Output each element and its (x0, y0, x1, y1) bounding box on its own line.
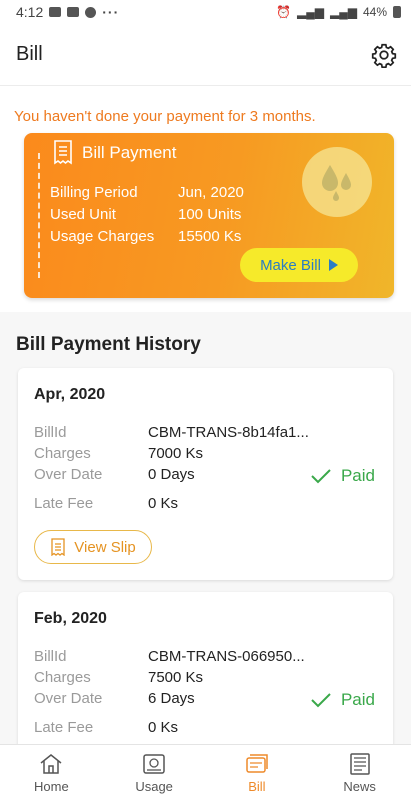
nav-bill-label: Bill (248, 778, 266, 794)
bill-id-row: BillId CBM-TRANS-8b14fa1... (34, 422, 377, 443)
usage-charges-label: Usage Charges (50, 227, 155, 245)
view-slip-label: View Slip (74, 538, 136, 556)
newspaper-icon (349, 752, 370, 775)
used-unit-row: Used Unit 100 Units (50, 203, 244, 225)
gear-icon[interactable] (371, 42, 397, 68)
over-date-value: 0 Days (148, 466, 195, 483)
bill-id-value: CBM-TRANS-8b14fa1... (148, 424, 309, 441)
check-icon (311, 469, 331, 484)
bill-id-row: BillId CBM-TRANS-066950... (34, 646, 377, 667)
nav-home-label: Home (34, 778, 69, 794)
bill-id-label: BillId (34, 424, 67, 441)
history-card: Feb, 2020 BillId CBM-TRANS-066950... Cha… (18, 592, 393, 744)
bill-payment-title: Bill Payment (82, 143, 177, 162)
bill-payment-card: Bill Payment Billing Period Jun, 2020 Us… (24, 133, 394, 298)
bill-id-value: CBM-TRANS-066950... (148, 648, 305, 665)
late-fee-label: Late Fee (34, 495, 94, 512)
app-bar: Bill (0, 24, 411, 86)
bill-icon (246, 753, 268, 773)
youtube-icon (67, 7, 80, 17)
bill-id-label: BillId (34, 648, 67, 665)
history-card: Apr, 2020 BillId CBM-TRANS-8b14fa1... Ch… (18, 368, 393, 580)
billing-period-value: Jun, 2020 (178, 183, 244, 201)
billing-period-row: Billing Period Jun, 2020 (50, 181, 244, 203)
bottom-navigation: Home Usage Bill News (0, 744, 411, 800)
make-bill-button[interactable]: Make Bill (240, 248, 358, 282)
check-icon (311, 693, 331, 708)
signal-icon: ▂▄▆ (297, 5, 324, 19)
battery-level: 44% (362, 5, 387, 19)
alarm-icon: ⏰ (276, 5, 292, 19)
over-date-label: Over Date (34, 690, 103, 707)
used-unit-value: 100 Units (178, 205, 242, 223)
battery-icon (393, 6, 401, 18)
make-bill-label: Make Bill (260, 256, 321, 274)
nav-usage[interactable]: Usage (103, 745, 206, 800)
nav-home[interactable]: Home (0, 745, 103, 800)
paid-status: Paid (311, 690, 375, 710)
paid-label: Paid (340, 690, 375, 709)
water-drops-icon (302, 147, 372, 217)
view-slip-button[interactable]: View Slip (34, 530, 152, 564)
card-dashed-divider (38, 153, 40, 278)
late-fee-value: 0 Ks (148, 495, 179, 512)
nav-news[interactable]: News (308, 745, 411, 800)
charges-label: Charges (34, 669, 91, 686)
paid-status: Paid (311, 466, 375, 486)
history-title: Bill Payment History (0, 312, 411, 368)
late-fee-row: Late Fee 0 Ks (34, 493, 377, 514)
status-time: 4:12 (16, 4, 44, 20)
charges-row: Charges 7000 Ks (34, 443, 377, 464)
nav-usage-label: Usage (135, 778, 173, 794)
receipt-icon (51, 538, 65, 556)
bill-details: Billing Period Jun, 2020 Used Unit 100 U… (50, 181, 244, 247)
signal2-icon: ▂▄▆ (330, 5, 357, 19)
history-month: Feb, 2020 (34, 610, 107, 627)
status-bar: 4:12 ··· ⏰ ▂▄▆ ▂▄▆ 44% (0, 0, 411, 24)
charges-label: Charges (34, 445, 91, 462)
nav-bill[interactable]: Bill (206, 745, 309, 800)
payment-warning: You haven't done your payment for 3 mont… (14, 108, 316, 125)
late-fee-value: 0 Ks (148, 719, 179, 736)
paid-label: Paid (340, 466, 375, 485)
nav-news-label: News (343, 778, 376, 794)
over-date-label: Over Date (34, 466, 103, 483)
more-notifications-icon: ··· (102, 4, 120, 20)
history-month: Apr, 2020 (34, 386, 106, 403)
play-icon (328, 259, 338, 271)
over-date-value: 6 Days (148, 690, 195, 707)
late-fee-label: Late Fee (34, 719, 94, 736)
gallery-icon (49, 7, 62, 17)
late-fee-row: Late Fee 0 Ks (34, 717, 377, 738)
charges-value: 7000 Ks (148, 445, 204, 462)
used-unit-label: Used Unit (50, 205, 116, 223)
bill-content[interactable]: You haven't done your payment for 3 mont… (0, 86, 411, 744)
billing-period-label: Billing Period (50, 183, 138, 201)
receipt-icon (54, 140, 72, 165)
charges-row: Charges 7500 Ks (34, 667, 377, 688)
meter-icon (143, 753, 165, 774)
viber-icon (85, 6, 97, 18)
usage-charges-value: 15500 Ks (178, 227, 242, 245)
usage-charges-row: Usage Charges 15500 Ks (50, 225, 244, 247)
page-title: Bill (16, 43, 43, 65)
home-icon (40, 753, 62, 774)
charges-value: 7500 Ks (148, 669, 204, 686)
payment-warning-section: You haven't done your payment for 3 mont… (0, 86, 411, 312)
